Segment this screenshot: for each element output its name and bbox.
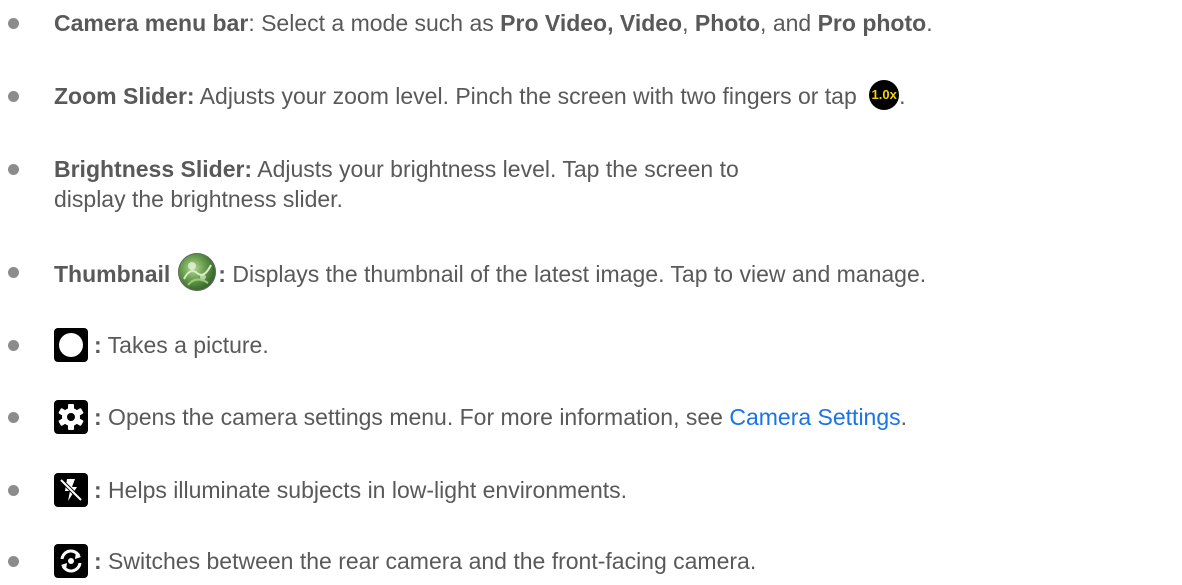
period: . [899, 83, 906, 109]
bullet [8, 556, 19, 567]
description: Adjusts your zoom level. Pinch the scree… [194, 83, 864, 109]
list-item-text: : Opens the camera settings menu. For mo… [54, 400, 1178, 436]
list-item-text: : Helps illuminate subjects in low-light… [54, 473, 1178, 509]
description: Takes a picture. [101, 332, 269, 359]
term-thumbnail: Thumbnail [54, 261, 171, 288]
period: . [926, 10, 933, 36]
list-item-text: : Switches between the rear camera and t… [54, 544, 1178, 580]
colon: : [94, 332, 102, 359]
bullet [8, 164, 19, 175]
mode-pro-video-video: Pro Video, Video [500, 10, 683, 36]
description: Helps illuminate subjects in low-light e… [101, 477, 628, 504]
separator: , [682, 10, 695, 36]
list-item-text: Camera menu bar: Select a mode such as P… [54, 8, 1178, 38]
description: Displays the thumbnail of the latest ima… [225, 261, 927, 288]
colon: : [94, 477, 102, 504]
colon: : [94, 404, 102, 431]
bullet [8, 91, 19, 102]
description: : Select a mode such as [248, 10, 501, 36]
bullet [8, 18, 19, 29]
mode-photo: Photo [694, 10, 761, 36]
mode-pro-photo: Pro photo [817, 10, 927, 36]
thumbnail-photo-icon [178, 253, 217, 291]
switch-camera-icon [54, 544, 88, 578]
flash-off-icon [54, 473, 88, 507]
camera-settings-link[interactable]: Camera Settings [729, 404, 900, 430]
term-brightness-slider: Brightness Slider: [54, 156, 253, 182]
term-zoom-slider: Zoom Slider: [54, 83, 195, 109]
bullet [8, 267, 19, 278]
colon: : [94, 548, 102, 575]
period: . [900, 404, 908, 431]
list-item-text: Thumbnail : Displays the thumbnail of th… [54, 253, 1178, 295]
description: Switches between the rear camera and the… [101, 548, 757, 575]
gear-icon [54, 400, 88, 434]
term-camera-menu-bar: Camera menu bar [54, 10, 249, 36]
bullet [8, 412, 19, 423]
bullet [8, 485, 19, 496]
description: Opens the camera settings menu. For more… [101, 404, 730, 431]
list-item-text: : Takes a picture. [54, 328, 1178, 364]
separator: , and [760, 10, 818, 36]
shutter-button-icon [54, 328, 88, 362]
zoom-level-badge-icon: 1.0x [869, 79, 900, 110]
list-item-text: Brightness Slider: Adjusts your brightne… [54, 154, 774, 214]
list-item-text: Zoom Slider: Adjusts your zoom level. Pi… [54, 79, 1178, 113]
bullet [8, 340, 19, 351]
list-item-brightness-slider: Brightness Slider: Adjusts your brightne… [0, 154, 1182, 218]
colon: : [218, 261, 226, 288]
camera-features-list: Camera menu bar: Select a mode such as P… [0, 0, 1182, 585]
